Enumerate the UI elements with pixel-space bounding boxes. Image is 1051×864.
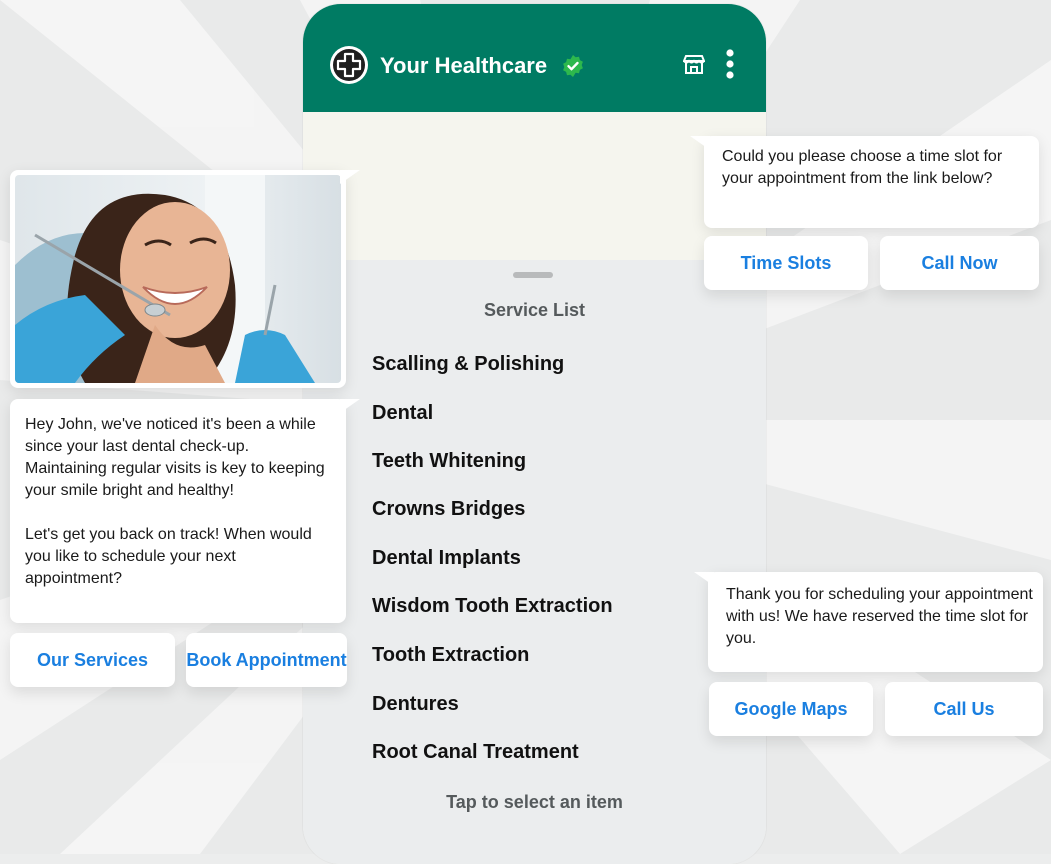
verified-check-icon	[563, 55, 583, 77]
top-right-message-bubble: Could you please choose a time slot for …	[704, 136, 1039, 228]
list-item[interactable]: Crowns Bridges	[372, 498, 525, 521]
bubble-tail	[694, 572, 714, 586]
bubble-tail	[340, 399, 360, 413]
sheet-footer: Tap to select an item	[446, 792, 623, 812]
bubble-tail	[340, 170, 360, 184]
chat-header: Your Healthcare	[303, 4, 766, 112]
dental-patient-image	[15, 175, 341, 383]
list-item[interactable]: Teeth Whitening	[372, 450, 526, 473]
list-item[interactable]: Dental	[372, 402, 433, 425]
call-us-button[interactable]: Call Us	[885, 682, 1043, 736]
our-services-button[interactable]: Our Services	[10, 633, 175, 687]
bubble-tail	[690, 136, 710, 150]
left-message-bubble: Hey John, we've noticed it's been a whil…	[10, 399, 346, 623]
brand-name: Your Healthcare	[380, 53, 548, 78]
phone-mockup: Your Healthcare Service List Scalling & …	[303, 4, 766, 864]
left-message-text: Hey John, we've noticed it's been a whil…	[25, 416, 325, 587]
call-now-button[interactable]: Call Now	[880, 236, 1039, 290]
more-vertical-icon[interactable]	[721, 49, 739, 79]
sheet-title: Service List	[483, 300, 586, 320]
medical-cross-icon	[330, 46, 368, 84]
service-list-sheet: Service List Scalling & Polishing Dental…	[303, 260, 766, 864]
list-item[interactable]: Tooth Extraction	[372, 644, 529, 667]
store-icon[interactable]	[683, 54, 705, 74]
list-item[interactable]: Scalling & Polishing	[372, 353, 564, 376]
bottom-right-message-bubble: Thank you for scheduling your appointmen…	[708, 572, 1043, 672]
top-right-message-text: Could you please choose a time slot for …	[722, 148, 1003, 187]
list-item[interactable]: Dental Implants	[372, 547, 521, 570]
bottom-right-message-text: Thank you for scheduling your appointmen…	[726, 586, 1033, 647]
list-item[interactable]: Dentures	[372, 693, 459, 716]
list-item[interactable]: Wisdom Tooth Extraction	[372, 595, 613, 618]
time-slots-button[interactable]: Time Slots	[704, 236, 868, 290]
sheet-drag-handle[interactable]	[513, 272, 553, 278]
google-maps-button[interactable]: Google Maps	[709, 682, 873, 736]
dental-image-card	[10, 170, 346, 388]
book-appointment-button[interactable]: Book Appointment	[186, 633, 347, 687]
list-item[interactable]: Root Canal Treatment	[372, 741, 579, 764]
